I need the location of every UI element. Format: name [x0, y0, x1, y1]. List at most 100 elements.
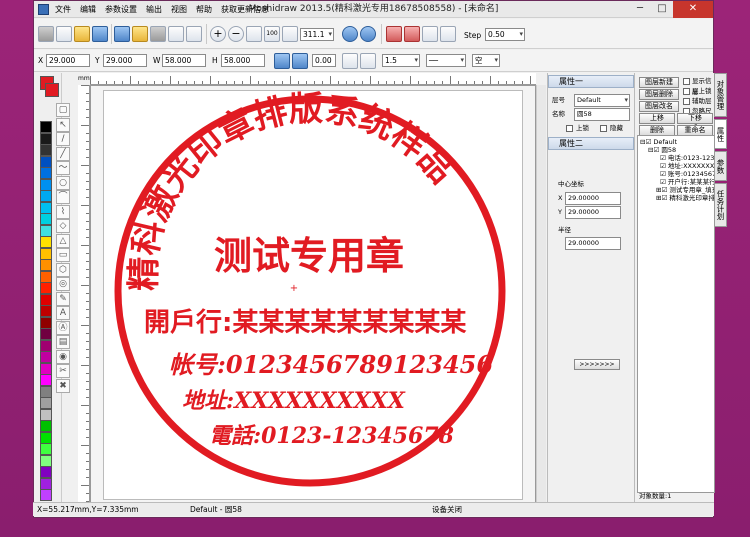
align-icon[interactable]	[360, 53, 376, 69]
palette-swatch[interactable]	[40, 339, 52, 352]
draw-tool-icon[interactable]: ▢	[56, 103, 70, 117]
palette-swatch[interactable]	[40, 132, 52, 145]
mirror-v-icon[interactable]	[292, 53, 308, 69]
paste-icon[interactable]	[186, 26, 202, 42]
palette-swatch[interactable]	[40, 374, 52, 386]
menu-update[interactable]: 获取更新信息	[220, 3, 270, 16]
palette-swatch[interactable]	[40, 420, 52, 432]
line-width-select[interactable]: 1.5	[382, 54, 420, 67]
layer-delete-button[interactable]: 图层删除	[639, 89, 679, 100]
vertical-scrollbar[interactable]	[536, 85, 546, 503]
draw-tool-icon[interactable]: ⌇	[56, 204, 70, 219]
palette-swatch[interactable]	[40, 270, 52, 283]
aux-layer-checkbox[interactable]	[683, 98, 690, 105]
draw-tool-icon[interactable]: ✎	[56, 291, 70, 306]
menu-view[interactable]: 视图	[170, 3, 188, 16]
cy-field[interactable]: 29.00000	[565, 206, 621, 219]
zoom-out-icon[interactable]: −	[228, 26, 244, 42]
mirror-h-icon[interactable]	[274, 53, 290, 69]
stamp-drawing[interactable]: 精科激光印章排版系统样品 测试专用章 + 開戶行:某某某某某某某某某 帐号:01…	[104, 89, 524, 501]
outline-color-swatch[interactable]	[45, 83, 59, 97]
draw-tool-icon[interactable]: 〜	[56, 161, 70, 175]
radius-field[interactable]: 29.00000	[565, 237, 621, 250]
palette-swatch[interactable]	[40, 351, 52, 363]
palette-swatch[interactable]	[40, 431, 52, 444]
menu-edit[interactable]: 编辑	[79, 3, 97, 16]
menu-settings[interactable]: 参数设置	[104, 3, 138, 16]
draw-tool-icon[interactable]: ⌒	[56, 190, 70, 204]
page-area[interactable]: 精科激光印章排版系统样品 测试专用章 + 開戶行:某某某某某某某某某 帐号:01…	[103, 89, 524, 501]
tree-node-account[interactable]: ☑ 账号:01234567	[660, 170, 714, 178]
rotation-field[interactable]: 0.00	[312, 54, 336, 67]
move-up-button[interactable]: 上移	[639, 113, 675, 124]
menu-file[interactable]: 文件	[54, 3, 72, 16]
palette-swatch[interactable]	[40, 144, 52, 156]
tree-node-center[interactable]: ⊞☑ 测试专用章_填充	[656, 186, 714, 194]
palette-swatch[interactable]	[40, 328, 52, 340]
draw-tool-icon[interactable]: ⬡	[56, 262, 70, 277]
offset-icon[interactable]	[404, 26, 420, 42]
palette-swatch[interactable]	[40, 443, 52, 455]
step-select[interactable]: 0.50	[485, 28, 525, 41]
tab-parameters[interactable]: 参数	[714, 151, 727, 181]
props-section2-header[interactable]: 属性二	[548, 137, 634, 150]
palette-swatch[interactable]	[40, 293, 52, 306]
show-info-checkbox[interactable]	[683, 78, 690, 85]
tab-task-plan[interactable]: 任务计划	[714, 183, 727, 227]
layer-lock-checkbox[interactable]	[683, 88, 690, 95]
zoom-select[interactable]: 311.1	[300, 28, 334, 41]
palette-swatch[interactable]	[40, 155, 52, 168]
palette-swatch[interactable]	[40, 408, 52, 421]
lock-checkbox[interactable]	[566, 125, 573, 132]
draw-tool-icon[interactable]: ▤	[56, 335, 70, 349]
open-folder-icon[interactable]	[74, 26, 90, 42]
palette-swatch[interactable]	[40, 224, 52, 237]
tree-node-layer[interactable]: ⊟☑ Default	[640, 138, 677, 146]
palette-swatch[interactable]	[40, 316, 52, 329]
close-button[interactable]: ✕	[673, 1, 713, 18]
palette-swatch[interactable]	[40, 167, 52, 179]
draw-tool-icon[interactable]: ╱	[56, 146, 70, 161]
tree-node-address[interactable]: ☑ 地址:XXXXXXXX	[660, 162, 714, 170]
wave-icon[interactable]	[440, 26, 456, 42]
fill-select[interactable]: 空	[472, 54, 500, 67]
draw-tool-icon[interactable]: ○	[56, 175, 70, 190]
palette-swatch[interactable]	[40, 247, 52, 260]
page-icon[interactable]	[282, 26, 298, 42]
draw-tool-icon[interactable]: ✂	[56, 364, 70, 378]
layer-new-button[interactable]: 图层新建	[639, 77, 679, 88]
draw-tool-icon[interactable]: /	[56, 132, 70, 146]
palette-swatch[interactable]	[40, 178, 52, 191]
palette-swatch[interactable]	[40, 454, 52, 467]
object-tree[interactable]: ⊟☑ Default ⊟☑ 圆58 ☑ 电话:0123-123 ☑ 地址:XXX…	[637, 135, 715, 493]
zoom-fit-icon[interactable]	[246, 26, 262, 42]
palette-swatch[interactable]	[40, 121, 52, 133]
palette-swatch[interactable]	[40, 190, 52, 202]
weld-icon[interactable]	[386, 26, 402, 42]
draw-tool-icon[interactable]: A	[56, 306, 70, 320]
h-field[interactable]: 58.000	[221, 54, 265, 67]
draw-tool-icon[interactable]: △	[56, 233, 70, 248]
tab-properties[interactable]: 属性	[714, 119, 727, 149]
x-field[interactable]: 29.000	[46, 54, 90, 67]
export-icon[interactable]	[132, 26, 148, 42]
palette-swatch[interactable]	[40, 489, 52, 501]
palette-swatch[interactable]	[40, 362, 52, 375]
palette-swatch[interactable]	[40, 477, 52, 490]
draw-tool-icon[interactable]: ▭	[56, 248, 70, 262]
palette-swatch[interactable]	[40, 466, 52, 478]
menu-help[interactable]: 帮助	[195, 3, 213, 16]
layer-select[interactable]: Default	[574, 94, 630, 107]
minimize-button[interactable]: ─	[629, 1, 651, 18]
props-section1-header[interactable]: 属性一	[548, 75, 634, 88]
apply-button[interactable]: >>>>>>>	[574, 359, 620, 370]
draw-tool-icon[interactable]: Ⓐ	[56, 320, 70, 335]
draw-tool-icon[interactable]: ◎	[56, 277, 70, 291]
w-field[interactable]: 58.000	[162, 54, 206, 67]
redo-icon[interactable]	[360, 26, 376, 42]
layer-rename-button[interactable]: 图层改名	[639, 101, 679, 112]
tree-node-circle[interactable]: ⊟☑ 圆58	[648, 146, 676, 154]
new-file-icon[interactable]	[56, 26, 72, 42]
drawing-canvas[interactable]: 精科激光印章排版系统样品 测试专用章 + 開戶行:某某某某某某某某某 帐号:01…	[90, 85, 536, 503]
draw-tool-icon[interactable]: ◇	[56, 219, 70, 233]
